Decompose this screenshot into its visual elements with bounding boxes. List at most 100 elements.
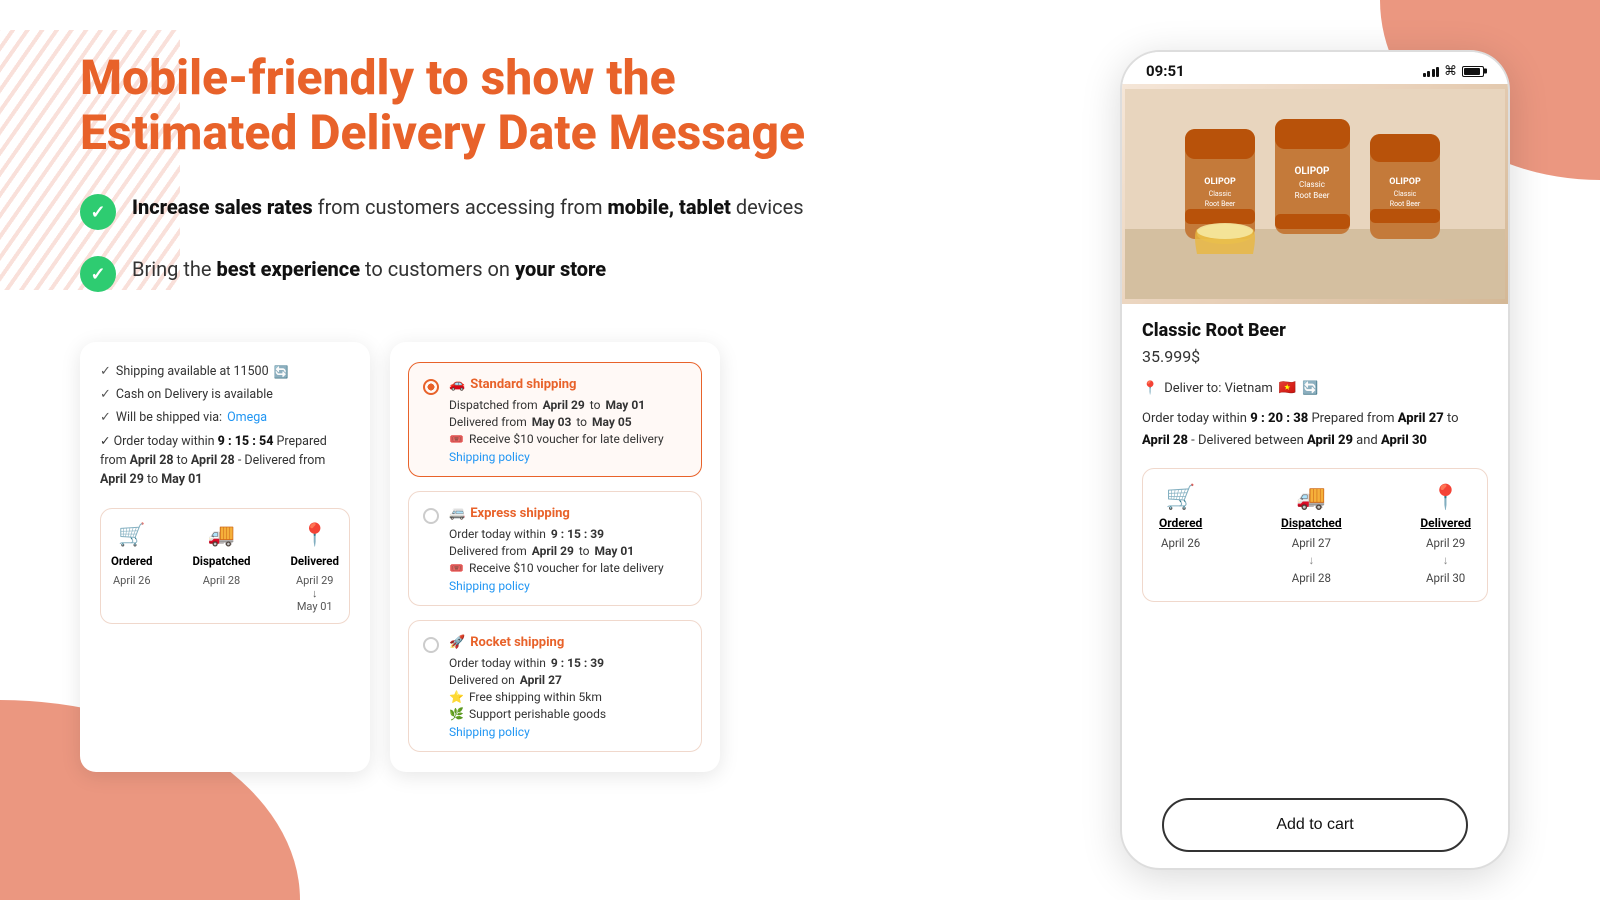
refresh-icon-phone[interactable]: 🔄 — [1302, 381, 1318, 396]
card-shipping-options: 🚗 Standard shipping Dispatched from Apri… — [390, 342, 720, 772]
radio-rocket — [423, 637, 439, 653]
phone-prepared-to: April 28 — [1142, 433, 1188, 448]
radio-express — [423, 508, 439, 524]
bar1 — [1423, 73, 1426, 77]
svg-text:Classic: Classic — [1394, 190, 1417, 198]
mock-cards-area: ✓ Shipping available at 11500 🔄 ✓ Cash o… — [80, 342, 1080, 772]
product-details: Classic Root Beer 35.999$ 📍 Deliver to: … — [1122, 304, 1508, 798]
rocket-policy-link[interactable]: Shipping policy — [449, 725, 606, 739]
bullet-item-1: Increase sales rates from customers acce… — [80, 192, 1080, 230]
add-to-cart-button[interactable]: Add to cart — [1162, 798, 1468, 852]
phone-delivered-label: Delivered — [1420, 516, 1471, 530]
option-rocket[interactable]: 🚀 Rocket shipping Order today within 9 :… — [408, 620, 702, 752]
phone-delivered-from: April 29 — [1307, 433, 1353, 448]
phone-delivered-date: April 29 ↓ April 30 — [1426, 535, 1465, 587]
product-image-inner: OLIPOP Classic Root Beer OLIPOP Classic … — [1122, 84, 1508, 304]
step-dispatched-label: Dispatched — [192, 554, 250, 568]
cod-line: ✓ Cash on Delivery is available — [100, 387, 350, 402]
car-icon: 🚗 — [449, 377, 465, 392]
van-icon: 🚐 — [449, 506, 465, 521]
status-time: 09:51 — [1146, 62, 1185, 80]
main-title: Mobile-friendly to show the Estimated De… — [80, 50, 1080, 160]
tick-icon-4: ✓ — [100, 434, 110, 449]
option-standard[interactable]: 🚗 Standard shipping Dispatched from Apri… — [408, 362, 702, 477]
phone-bottom: Add to cart — [1122, 798, 1508, 868]
svg-text:Classic: Classic — [1299, 180, 1325, 189]
arrow-down: ↓ — [296, 587, 334, 600]
delivered-from: April 29 — [100, 472, 144, 487]
deliver-to-row: 📍 Deliver to: Vietnam 🇻🇳 🔄 — [1142, 380, 1488, 396]
pin-icon: 📍 — [301, 523, 328, 548]
option-express-radio-row: 🚐 Express shipping Order today within 9 … — [423, 506, 687, 593]
pin-emoji: 📍 — [1142, 381, 1158, 396]
phone-ordered-label: Ordered — [1159, 516, 1202, 530]
shipping-available-text: Shipping available at 11500 — [116, 364, 269, 379]
tick-icon: ✓ — [100, 364, 111, 379]
radio-standard — [423, 379, 439, 395]
phone-dispatched-date: April 27 ↓ April 28 — [1292, 535, 1331, 587]
phone-pin-icon: 📍 — [1431, 483, 1461, 511]
tick-icon-2: ✓ — [100, 387, 111, 402]
phone-delivered-to: April 30 — [1381, 433, 1427, 448]
step-dispatched-date: April 28 — [203, 574, 241, 587]
phone-delivery-steps: 🛒 Ordered April 26 🚚 Dispatched April 27… — [1142, 468, 1488, 602]
right-section: 09:51 ⌘ — [1120, 50, 1540, 860]
shipped-via-text: Will be shipped via: — [116, 410, 222, 425]
standard-voucher-line: 🎟️ Receive $10 voucher for late delivery — [449, 432, 664, 446]
phone-truck-icon: 🚚 — [1296, 483, 1326, 511]
option-express[interactable]: 🚐 Express shipping Order today within 9 … — [408, 491, 702, 606]
shipped-via-line: ✓ Will be shipped via: Omega — [100, 410, 350, 425]
option-standard-radio-row: 🚗 Standard shipping Dispatched from Apri… — [423, 377, 687, 464]
left-section: Mobile-friendly to show the Estimated De… — [80, 50, 1080, 860]
bullet-text-1: Increase sales rates from customers acce… — [132, 192, 804, 222]
card-shipping-info: ✓ Shipping available at 11500 🔄 ✓ Cash o… — [80, 342, 370, 772]
standard-dispatch-line: Dispatched from April 29 to May 01 — [449, 398, 664, 412]
bullet-list: Increase sales rates from customers acce… — [80, 192, 1080, 292]
order-info-line: ✓ Order today within 9 : 15 : 54 Prepare… — [100, 433, 350, 489]
rocket-order-line: Order today within 9 : 15 : 39 — [449, 656, 606, 670]
signal-bars-icon — [1423, 65, 1440, 77]
truck-icon: 🚚 — [208, 523, 235, 548]
product-price: 35.999$ — [1142, 347, 1488, 366]
phone-ordered-date: April 26 — [1161, 535, 1200, 552]
rocket-delivery-line: Delivered on April 27 — [449, 673, 606, 687]
svg-text:Root Beer: Root Beer — [1390, 200, 1421, 208]
cod-text: Cash on Delivery is available — [116, 387, 273, 402]
check-icon-2 — [80, 256, 116, 292]
bar3 — [1432, 69, 1435, 77]
standard-delivery-line: Delivered from May 03 to May 05 — [449, 415, 664, 429]
product-name: Classic Root Beer — [1142, 320, 1488, 341]
standard-policy-link[interactable]: Shipping policy — [449, 450, 664, 464]
product-image: OLIPOP Classic Root Beer OLIPOP Classic … — [1122, 84, 1508, 304]
step-ordered: 🛒 Ordered April 26 — [111, 523, 153, 587]
step-delivered-date: April 29 ↓ May 01 — [296, 574, 334, 613]
bullet-text-2: Bring the best experience to customers o… — [132, 254, 606, 284]
check-icon-1 — [80, 194, 116, 230]
phone-order-info: Order today within 9 : 20 : 38 Prepared … — [1142, 408, 1488, 452]
olipop-svg: OLIPOP Classic Root Beer OLIPOP Classic … — [1125, 89, 1505, 299]
bar4 — [1436, 67, 1439, 77]
phone-mockup: 09:51 ⌘ — [1120, 50, 1510, 870]
express-policy-link[interactable]: Shipping policy — [449, 579, 664, 593]
phone-step-delivered: 📍 Delivered April 29 ↓ April 30 — [1420, 483, 1471, 587]
phone-arrow-delivered: ↓ — [1426, 552, 1465, 569]
svg-text:Root Beer: Root Beer — [1295, 191, 1330, 200]
phone-countdown: 9 : 20 : 38 — [1250, 411, 1308, 426]
phone-step-ordered: 🛒 Ordered April 26 — [1159, 483, 1202, 552]
omega-link[interactable]: Omega — [227, 410, 267, 425]
phone-step-dispatched: 🚚 Dispatched April 27 ↓ April 28 — [1281, 483, 1342, 587]
option-rocket-title: 🚀 Rocket shipping — [449, 635, 606, 650]
option-express-content: 🚐 Express shipping Order today within 9 … — [449, 506, 664, 593]
rocket-free-line: ⭐ Free shipping within 5km — [449, 690, 606, 704]
step-delivered: 📍 Delivered April 29 ↓ May 01 — [290, 523, 339, 613]
cart-icon: 🛒 — [118, 523, 145, 548]
step-delivered-label: Delivered — [290, 554, 339, 568]
option-standard-content: 🚗 Standard shipping Dispatched from Apri… — [449, 377, 664, 464]
tick-icon-3: ✓ — [100, 410, 111, 425]
shipping-available-line: ✓ Shipping available at 11500 🔄 — [100, 364, 350, 379]
express-order-line: Order today within 9 : 15 : 39 — [449, 527, 664, 541]
bullet-item-2: Bring the best experience to customers o… — [80, 254, 1080, 292]
phone-status-bar: 09:51 ⌘ — [1122, 52, 1508, 84]
svg-text:Classic: Classic — [1209, 190, 1232, 198]
prepared-from: April 28 — [130, 453, 174, 468]
